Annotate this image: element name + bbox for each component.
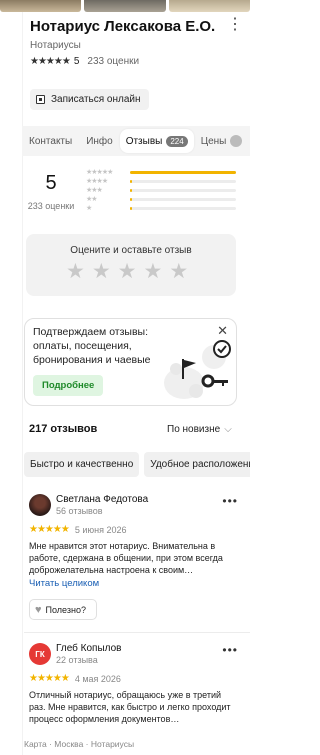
rating-bar-stars: ★★★ xyxy=(86,187,103,194)
rating-bar-row: ★★★ xyxy=(86,186,236,195)
review-item: Светлана Федотова 56 отзывов ••• ★★★★★ 5… xyxy=(29,494,240,620)
rating-bar-track xyxy=(130,198,236,201)
review-item: ГК Глеб Копылов 22 отзыва ••• ★★★★★ 4 ма… xyxy=(29,643,240,725)
rate-star-1[interactable]: ★ xyxy=(66,261,85,283)
rating-bar-row: ★★★★ xyxy=(86,177,236,186)
rating-bar-fill xyxy=(130,207,132,210)
review-stars: ★★★★★ xyxy=(29,673,70,684)
photo-strip[interactable] xyxy=(0,0,250,12)
rating-bar-fill xyxy=(130,171,236,174)
chevron-down-icon: ⌵ xyxy=(224,424,232,435)
review-text: Мне нравится этот нотариус. Внимательна … xyxy=(29,541,223,575)
rate-star-5[interactable]: ★ xyxy=(169,261,188,283)
review-author-count: 56 отзывов xyxy=(56,506,103,516)
review-menu-icon[interactable]: ••• xyxy=(222,494,238,508)
useful-label: Полезно? xyxy=(45,604,86,615)
rating-bar-row: ★ xyxy=(86,204,236,213)
rate-star-2[interactable]: ★ xyxy=(92,261,111,283)
photo-thumb[interactable] xyxy=(168,0,250,12)
photo-thumb[interactable] xyxy=(84,0,166,12)
rating-stars: ★★★★★ xyxy=(30,56,71,67)
chip-convenient-location[interactable]: Удобное расположение xyxy=(144,452,250,477)
review-author-count: 22 отзыва xyxy=(56,655,98,665)
review-date: 5 июня 2026 xyxy=(74,524,127,535)
heart-icon: ♥ xyxy=(35,603,42,616)
rating-bar-stars: ★★ xyxy=(86,196,98,203)
rating-value: 5 xyxy=(73,56,80,67)
breadcrumb[interactable]: Карта · Москва · Нотариусы xyxy=(24,739,134,749)
rate-star-4[interactable]: ★ xyxy=(143,261,162,283)
book-online-button[interactable]: Записаться онлайн xyxy=(30,89,149,110)
review-menu-icon[interactable]: ••• xyxy=(222,643,238,657)
read-more-link[interactable]: Читать целиком xyxy=(29,578,240,589)
rating-bar-fill xyxy=(130,198,132,201)
tab-reviews[interactable]: Отзывы 224 xyxy=(119,129,194,153)
panel-divider xyxy=(22,0,23,755)
rate-prompt: Оцените и оставьте отзыв xyxy=(70,245,192,256)
review-text: Отличный нотариус, обращаюсь уже в трети… xyxy=(29,690,231,724)
org-title: Нотариус Лексакова Е.О. xyxy=(30,18,216,35)
more-options-icon[interactable]: ⋮ xyxy=(227,17,244,33)
rate-star-3[interactable]: ★ xyxy=(118,261,137,283)
review-aspect-chips: Быстро и качественно Удобное расположени… xyxy=(24,452,250,477)
rating-bar-track xyxy=(130,189,236,192)
rate-stars: ★ ★ ★ ★ ★ xyxy=(66,261,188,283)
reviews-total: 217 отзывов xyxy=(29,423,98,435)
business-card-panel: Нотариус Лексакова Е.О. ⋮ Нотариусы ★★★★… xyxy=(0,0,250,755)
promo-illustration-icon xyxy=(164,340,231,399)
verified-reviews-promo: Подтверждаем отзывы: оплаты, посещения, … xyxy=(24,318,237,406)
review-divider xyxy=(24,632,250,633)
ratings-count: 233 оценки xyxy=(87,56,140,67)
sort-label: По новизне xyxy=(167,424,221,435)
review-author[interactable]: Глеб Копылов xyxy=(56,643,121,654)
rating-big-value: 5 xyxy=(45,172,57,194)
review-stars: ★★★★★ xyxy=(29,524,70,535)
review-author[interactable]: Светлана Федотова xyxy=(56,494,148,505)
rating-summary-count: 233 оценки xyxy=(27,201,75,211)
tab-label: Цены xyxy=(200,135,227,147)
tab-bar: Контакты Инфо Отзывы 224 Цены xyxy=(22,126,249,156)
promo-more-button[interactable]: Подробнее xyxy=(33,375,104,396)
rating-bar-row: ★★ xyxy=(86,195,236,204)
sort-dropdown[interactable]: По новизне ⌵ xyxy=(167,424,232,435)
calendar-icon xyxy=(36,95,45,104)
scroll-indicator-icon xyxy=(230,135,243,147)
tab-contacts[interactable]: Контакты xyxy=(22,126,79,156)
rating-bar-fill xyxy=(130,180,132,183)
rating-bar-row: ★★★★★ xyxy=(86,168,236,177)
rating-bar-stars: ★ xyxy=(86,205,92,212)
rating-bar-track xyxy=(130,180,236,183)
review-date: 4 мая 2026 xyxy=(74,673,121,684)
tab-label: Инфо xyxy=(86,135,113,147)
reviews-count-badge: 224 xyxy=(166,135,188,147)
book-online-label: Записаться онлайн xyxy=(51,94,141,105)
avatar[interactable] xyxy=(29,494,51,516)
rating-bar-track xyxy=(130,171,236,174)
rating-bar-stars: ★★★★ xyxy=(86,178,108,185)
tab-prices[interactable]: Цены xyxy=(194,126,250,156)
chip-fast-quality[interactable]: Быстро и качественно xyxy=(24,452,140,477)
rate-and-review-box: Оцените и оставьте отзыв ★ ★ ★ ★ ★ xyxy=(26,234,236,296)
tab-info[interactable]: Инфо xyxy=(79,126,120,156)
promo-text: Подтверждаем отзывы: оплаты, посещения, … xyxy=(33,326,151,366)
rating-bar-fill xyxy=(130,189,132,192)
rating-summary: 5 233 оценки xyxy=(22,172,80,211)
org-rating[interactable]: ★★★★★ 5 233 оценки xyxy=(30,56,139,67)
tab-label: Контакты xyxy=(29,135,73,147)
useful-button[interactable]: ♥ Полезно? xyxy=(29,599,97,620)
tab-label: Отзывы xyxy=(125,135,163,147)
rating-bar-track xyxy=(130,207,236,210)
rating-distribution: ★★★★★ ★★★★ ★★★ ★★ ★ xyxy=(86,168,236,213)
rating-bar-stars: ★★★★★ xyxy=(86,169,113,176)
avatar[interactable]: ГК xyxy=(29,643,51,665)
org-category[interactable]: Нотариусы xyxy=(30,40,81,51)
photo-thumb[interactable] xyxy=(0,0,82,12)
